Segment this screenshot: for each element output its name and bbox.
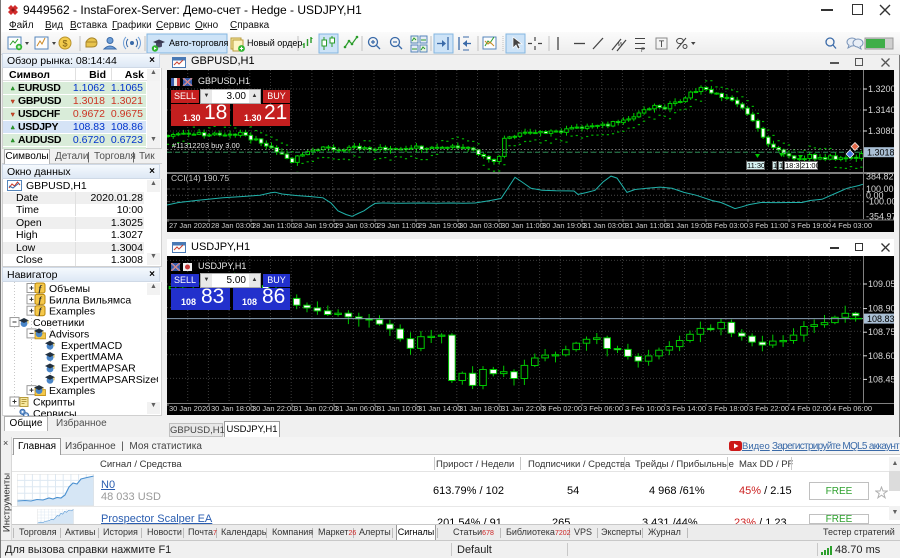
svg-text:3 Feb 18:00: 3 Feb 18:00 xyxy=(708,404,748,413)
svg-text:31 Jan 19:00: 31 Jan 19:00 xyxy=(666,221,709,230)
svg-text:29 Jan 03:00: 29 Jan 03:00 xyxy=(335,221,378,230)
svg-text:109.05: 109.05 xyxy=(868,279,896,289)
svg-text:4 Feb 02:00: 4 Feb 02:00 xyxy=(791,404,831,413)
svg-text:3 Feb 10:00: 3 Feb 10:00 xyxy=(625,404,665,413)
svg-text:ExpertMACD: ExpertMACD xyxy=(61,340,123,352)
svg-text:3 Feb 14:00: 3 Feb 14:00 xyxy=(666,404,706,413)
svg-text:30 Jan 22:00: 30 Jan 22:00 xyxy=(252,404,295,413)
svg-text:4 Feb 03:00: 4 Feb 03:00 xyxy=(832,221,872,230)
svg-text:30 Jan 2020: 30 Jan 2020 xyxy=(169,404,210,413)
svg-text:29 Jan 11:00: 29 Jan 11:00 xyxy=(377,221,420,230)
svg-text:31 Jan 11:00: 31 Jan 11:00 xyxy=(625,221,668,230)
svg-text:108.60: 108.60 xyxy=(868,351,896,361)
svg-text:$: $ xyxy=(62,39,67,49)
svg-text:1.3200: 1.3200 xyxy=(868,84,896,94)
svg-text:384.82: 384.82 xyxy=(866,172,894,182)
svg-text:1.3018: 1.3018 xyxy=(867,147,895,157)
svg-text:108.90: 108.90 xyxy=(868,304,896,314)
svg-text:31 Jan 02:00: 31 Jan 02:00 xyxy=(294,404,337,413)
svg-text:ExpertMAPSARSizeOptim: ExpertMAPSARSizeOptim xyxy=(61,374,158,386)
svg-text:30 Jan 18:00: 30 Jan 18:00 xyxy=(211,404,254,413)
svg-text:ExpertMAPSAR: ExpertMAPSAR xyxy=(61,362,136,374)
svg-text:F: F xyxy=(641,48,645,54)
svg-text:Объемы: Объемы xyxy=(49,283,90,295)
svg-text:Билла Вильямса: Билла Вильямса xyxy=(49,294,131,306)
svg-text:108.45: 108.45 xyxy=(868,374,896,384)
svg-text:Examples: Examples xyxy=(49,306,95,318)
svg-text:ExpertMAMA: ExpertMAMA xyxy=(61,351,123,363)
svg-text:31 Jan 06:00: 31 Jan 06:00 xyxy=(335,404,378,413)
svg-text:CCI(14) 190.75: CCI(14) 190.75 xyxy=(171,173,229,183)
svg-text:Скрипты: Скрипты xyxy=(33,397,75,409)
svg-text:3 Feb 11:00: 3 Feb 11:00 xyxy=(749,221,788,230)
svg-text:1.3140: 1.3140 xyxy=(868,105,896,115)
svg-text:31 Jan 10:00: 31 Jan 10:00 xyxy=(377,404,420,413)
svg-text:и: и xyxy=(618,41,622,48)
svg-text:30 Jan 19:00: 30 Jan 19:00 xyxy=(542,221,585,230)
svg-text:28 Jan 11:00: 28 Jan 11:00 xyxy=(252,221,295,230)
svg-text:28 Jan 19:00: 28 Jan 19:00 xyxy=(294,221,337,230)
svg-text:Examples: Examples xyxy=(49,385,95,397)
svg-text:30 Jan 11:00: 30 Jan 11:00 xyxy=(501,221,544,230)
svg-text:-354.97: -354.97 xyxy=(866,212,897,222)
svg-text:3 Feb 02:00: 3 Feb 02:00 xyxy=(542,404,582,413)
svg-text:31 Jan 22:00: 31 Jan 22:00 xyxy=(501,404,544,413)
svg-text:30 Jan 03:00: 30 Jan 03:00 xyxy=(459,221,502,230)
svg-text:3 Feb 22:00: 3 Feb 22:00 xyxy=(749,404,789,413)
svg-text:108.75: 108.75 xyxy=(868,327,896,337)
svg-text:-100.00: -100.00 xyxy=(866,197,897,207)
svg-text:Advisors: Advisors xyxy=(49,328,89,340)
svg-text:28 Jan 03:00: 28 Jan 03:00 xyxy=(211,221,254,230)
svg-text:108.83: 108.83 xyxy=(867,314,895,324)
svg-text:4 Feb 06:00: 4 Feb 06:00 xyxy=(832,404,872,413)
svg-text:27 Jan 2020: 27 Jan 2020 xyxy=(169,221,210,230)
svg-text:3 Feb 19:00: 3 Feb 19:00 xyxy=(791,221,831,230)
svg-text:Советники: Советники xyxy=(33,317,84,329)
svg-text:31 Jan 18:00: 31 Jan 18:00 xyxy=(459,404,502,413)
svg-text:T: T xyxy=(659,39,665,49)
svg-text:Сервисы: Сервисы xyxy=(33,408,77,416)
svg-text:3 Feb 03:00: 3 Feb 03:00 xyxy=(708,221,748,230)
svg-text:31 Jan 03:00: 31 Jan 03:00 xyxy=(583,221,626,230)
svg-text:3 Feb 06:00: 3 Feb 06:00 xyxy=(583,404,623,413)
svg-text:29 Jan 19:00: 29 Jan 19:00 xyxy=(418,221,461,230)
svg-text:31 Jan 14:00: 31 Jan 14:00 xyxy=(418,404,461,413)
svg-text:#11312203 buy 3.00: #11312203 buy 3.00 xyxy=(172,141,240,150)
svg-text:1.3080: 1.3080 xyxy=(868,126,896,136)
